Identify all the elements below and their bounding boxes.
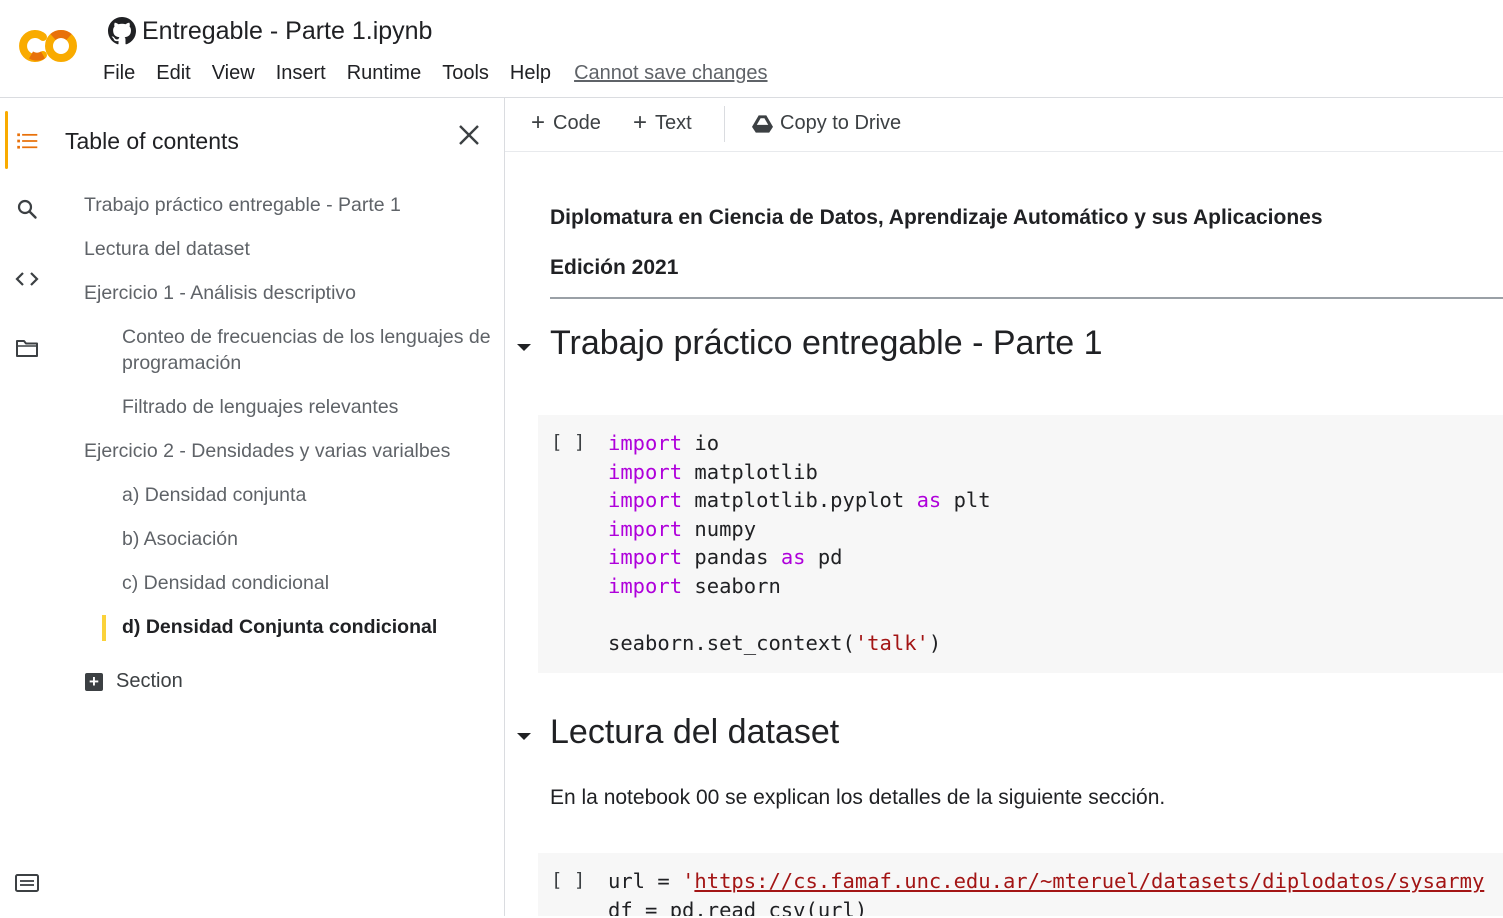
save-status-link[interactable]: Cannot save changes xyxy=(574,62,767,85)
toc-title: Table of contents xyxy=(65,128,239,154)
folder-icon[interactable] xyxy=(13,334,41,362)
section-heading: Trabajo práctico entregable - Parte 1 xyxy=(550,324,1103,362)
code-content[interactable]: url = 'https://cs.famaf.unc.edu.ar/~mter… xyxy=(608,867,1484,916)
toc-icon[interactable] xyxy=(13,127,41,155)
intro-text: Diplomatura en Ciencia de Datos, Aprendi… xyxy=(550,206,1323,229)
horizontal-rule xyxy=(550,297,1503,299)
code-content[interactable]: import io import matplotlib import matpl… xyxy=(608,429,991,658)
run-cell-button[interactable]: [ ] xyxy=(551,431,585,453)
menu-edit[interactable]: Edit xyxy=(156,62,190,85)
toc-item[interactable]: Lectura del dataset xyxy=(84,236,250,262)
toc-item[interactable]: Ejercicio 2 - Densidades y varias varial… xyxy=(84,438,450,464)
menu-tools[interactable]: Tools xyxy=(442,62,489,85)
drive-icon xyxy=(752,114,773,133)
toc-panel: Table of contents Trabajo práctico entre… xyxy=(56,98,505,916)
toc-item[interactable]: b) Asociación xyxy=(122,526,238,552)
close-icon[interactable] xyxy=(454,120,484,150)
collapse-caret-icon[interactable] xyxy=(515,338,533,356)
github-icon[interactable] xyxy=(108,17,136,45)
run-cell-button[interactable]: [ ] xyxy=(551,869,585,891)
toc-item[interactable]: Ejercicio 1 - Análisis descriptivo xyxy=(84,280,356,306)
collapse-caret-icon[interactable] xyxy=(515,727,533,745)
add-section-label: Section xyxy=(116,670,183,692)
plus-icon: + xyxy=(531,109,546,136)
code-cell[interactable]: [ ] import io import matplotlib import m… xyxy=(538,415,1503,673)
left-rail xyxy=(0,98,56,916)
terminal-icon[interactable] xyxy=(13,869,41,897)
toc-item[interactable]: a) Densidad conjunta xyxy=(122,482,306,508)
menu-runtime[interactable]: Runtime xyxy=(347,62,421,85)
colab-logo[interactable] xyxy=(16,26,82,66)
menu-help[interactable]: Help xyxy=(510,62,551,85)
toc-item[interactable]: Trabajo práctico entregable - Parte 1 xyxy=(84,192,401,218)
menu-view[interactable]: View xyxy=(212,62,255,85)
add-section-button[interactable]: + Section xyxy=(85,670,183,693)
add-box-icon: + xyxy=(85,672,103,691)
notebook-title[interactable]: Entregable - Parte 1.ipynb xyxy=(142,17,432,46)
notebook-title-row: Entregable - Parte 1.ipynb xyxy=(108,14,432,48)
menu-file[interactable]: File xyxy=(103,62,135,85)
toc-selected-indicator xyxy=(102,615,106,641)
plus-icon: + xyxy=(633,109,648,136)
rail-active-indicator xyxy=(5,111,8,169)
search-icon[interactable] xyxy=(13,195,41,223)
notebook-area: Diplomatura en Ciencia de Datos, Aprendi… xyxy=(505,152,1503,916)
notebook-toolbar: + Code + Text Copy to Drive xyxy=(505,98,1503,152)
add-text-label: Text xyxy=(655,111,692,134)
code-snippets-icon[interactable] xyxy=(13,265,41,293)
toc-item[interactable]: c) Densidad condicional xyxy=(122,570,329,596)
toc-item[interactable]: Conteo de frecuencias de los lenguajes d… xyxy=(122,324,497,376)
markdown-paragraph: En la notebook 00 se explican los detall… xyxy=(550,786,1166,809)
toc-item[interactable]: Filtrado de lenguajes relevantes xyxy=(122,394,398,420)
menu-bar: File Edit View Insert Runtime Tools Help… xyxy=(103,58,768,88)
copy-to-drive-label: Copy to Drive xyxy=(780,111,902,134)
copy-to-drive-button[interactable]: Copy to Drive xyxy=(752,108,901,138)
add-text-button[interactable]: + Text xyxy=(633,108,692,138)
app-header: Entregable - Parte 1.ipynb File Edit Vie… xyxy=(0,0,1503,98)
add-code-button[interactable]: + Code xyxy=(531,108,601,138)
toc-item-selected[interactable]: d) Densidad Conjunta condicional xyxy=(122,614,437,640)
edition-text: Edición 2021 xyxy=(550,256,679,279)
code-cell[interactable]: [ ] url = 'https://cs.famaf.unc.edu.ar/~… xyxy=(538,853,1503,916)
toolbar-divider xyxy=(724,106,725,142)
menu-insert[interactable]: Insert xyxy=(276,62,326,85)
add-code-label: Code xyxy=(553,111,601,134)
section-heading: Lectura del dataset xyxy=(550,713,840,751)
